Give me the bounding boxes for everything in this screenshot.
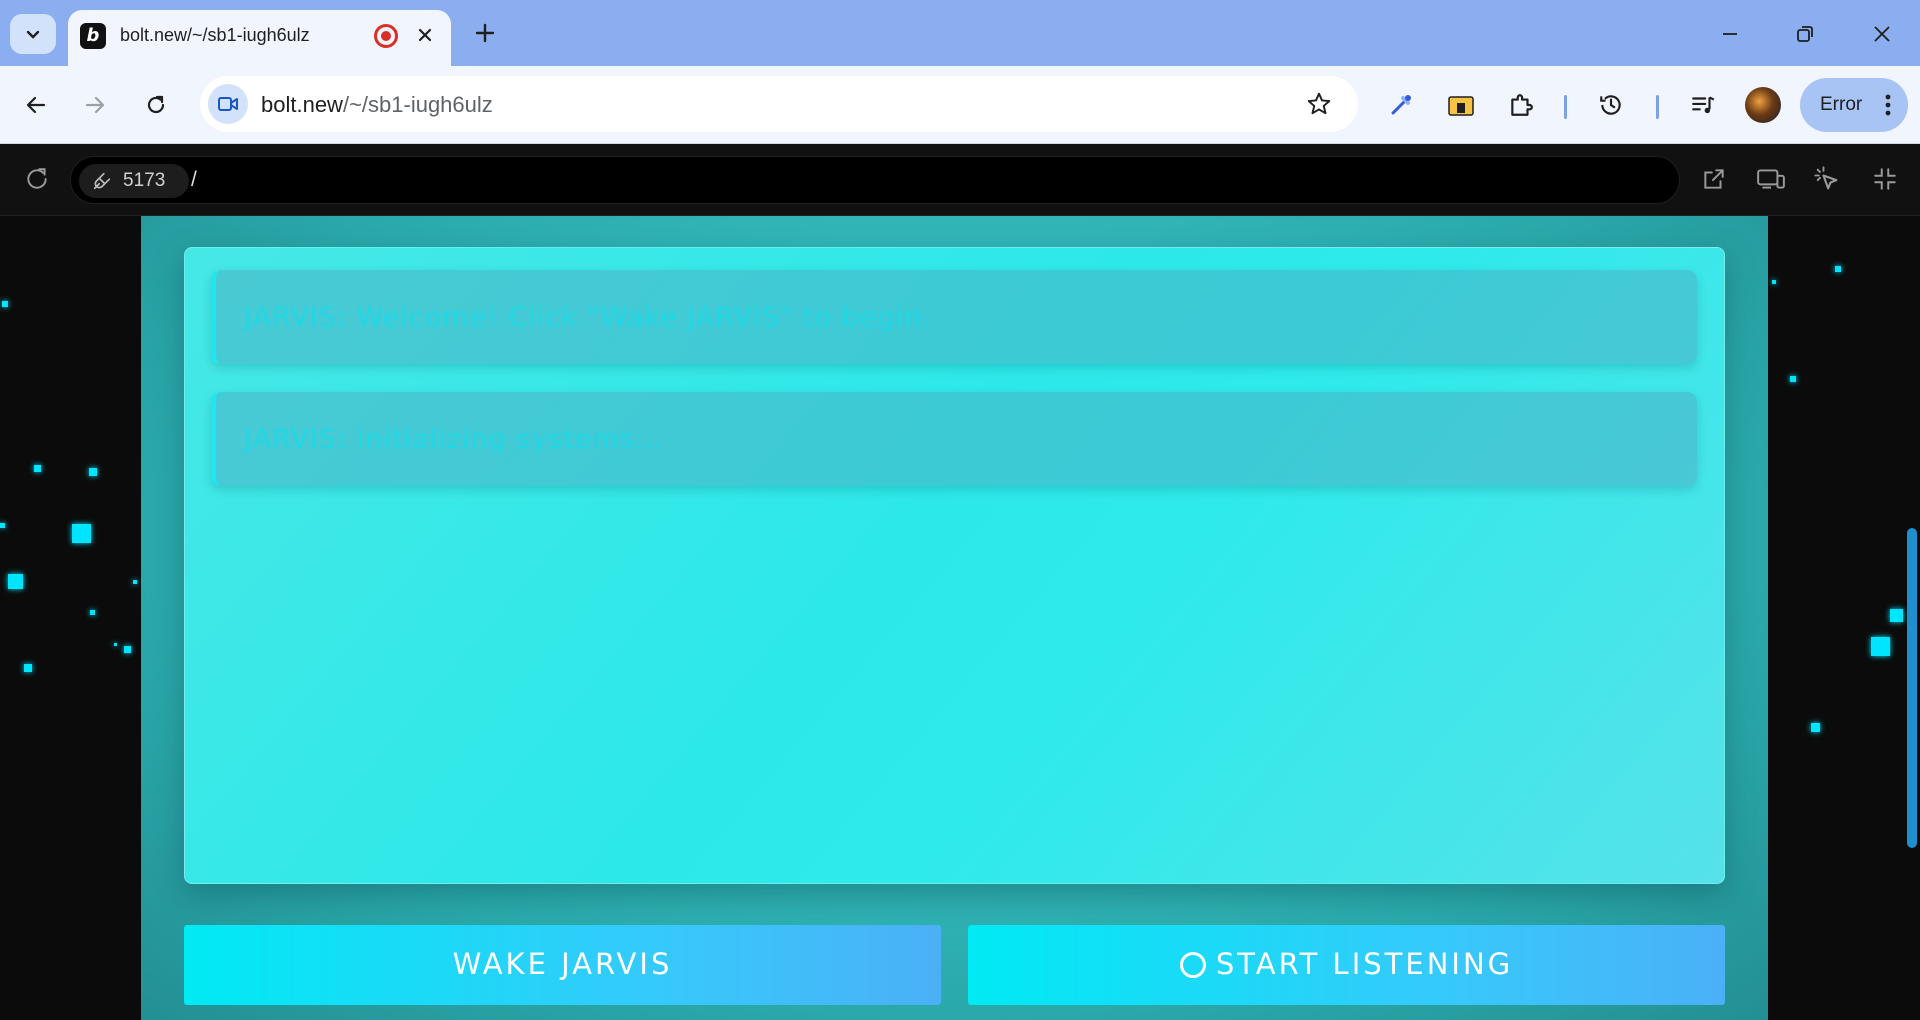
tab-title: bolt.new/~/sb1-iugh6ulz (120, 25, 310, 45)
close-icon (1874, 26, 1890, 42)
preview-toolbar: 5173 / (0, 144, 1920, 216)
external-link-icon (1704, 169, 1724, 189)
reload-icon (27, 168, 47, 189)
arrow-right-icon (85, 96, 105, 114)
eyedropper-extension-button[interactable] (1381, 85, 1421, 125)
minimize-arrows-icon (1874, 168, 1896, 190)
chat-message-text: JARVIS: Initializing systems... (244, 424, 664, 455)
particle (114, 643, 117, 646)
particle (2, 301, 8, 307)
plus-icon (475, 23, 495, 43)
minimize-button[interactable] (1710, 14, 1750, 54)
start-listening-label: START LISTENING (1215, 947, 1514, 981)
playlist-music-icon (1692, 96, 1715, 114)
preview-path: / (191, 168, 197, 191)
device-preview-button[interactable] (1754, 162, 1788, 196)
url-path: /~/sb1-iugh6ulz (342, 92, 493, 117)
back-button[interactable] (16, 85, 56, 125)
port-selector[interactable]: 5173 (79, 164, 189, 198)
puzzle-icon (1511, 94, 1533, 116)
chat-message: JARVIS: Initializing systems... (211, 392, 1697, 486)
close-icon (418, 28, 432, 42)
history-icon (1600, 95, 1621, 115)
plug-icon (93, 172, 111, 190)
eyedropper-icon (1391, 95, 1411, 115)
browser-tab-active[interactable]: b bolt.new/~/sb1-iugh6ulz (68, 10, 451, 66)
bookmark-star-button[interactable] (1304, 89, 1334, 119)
particle (1811, 723, 1820, 732)
page-scrollbar[interactable] (1907, 528, 1917, 848)
particle (89, 468, 97, 476)
folder-icon (1448, 96, 1474, 116)
tab-search-button[interactable] (10, 14, 56, 54)
media-controls-button[interactable] (1683, 85, 1723, 125)
close-window-button[interactable] (1862, 14, 1902, 54)
open-in-new-tab-button[interactable] (1697, 162, 1731, 196)
wake-jarvis-button[interactable]: WAKE JARVIS (184, 925, 941, 1005)
folder-extension-button[interactable] (1441, 85, 1481, 125)
reload-icon (147, 95, 165, 114)
particle (1790, 376, 1796, 382)
address-bar[interactable]: bolt.new/~/sb1-iugh6ulz (200, 76, 1358, 132)
particle (1835, 266, 1841, 272)
browser-toolbar: bolt.new/~/sb1-iugh6ulz Error (0, 66, 1920, 144)
url-text: bolt.new/~/sb1-iugh6ulz (261, 92, 493, 118)
url-host: bolt.new (261, 92, 343, 117)
particle (0, 523, 5, 528)
particle (1871, 637, 1890, 656)
tab-strip: b bolt.new/~/sb1-iugh6ulz (0, 0, 1920, 66)
preview-address-bar[interactable]: 5173 / (70, 156, 1680, 204)
element-inspector-button[interactable] (1810, 162, 1844, 196)
recording-indicator-icon (374, 24, 398, 48)
forward-button[interactable] (75, 85, 115, 125)
bolt-favicon-icon: b (80, 23, 106, 49)
preview-reload-button[interactable] (20, 162, 54, 196)
camera-permission-icon[interactable] (208, 84, 248, 124)
chat-message: JARVIS: Welcome! Click "Wake JARVIS" to … (211, 270, 1697, 364)
chat-message-text: JARVIS: Welcome! Click "Wake JARVIS" to … (244, 302, 932, 333)
profile-error-label: Error (1820, 94, 1863, 115)
particle (1772, 280, 1776, 284)
particle (34, 465, 41, 472)
port-number: 5173 (123, 170, 166, 191)
toolbar-separator (1564, 95, 1567, 119)
restore-button[interactable] (1785, 14, 1825, 54)
star-icon (1307, 92, 1331, 115)
devices-icon (1757, 169, 1785, 189)
particle (72, 524, 91, 543)
exit-fullscreen-button[interactable] (1868, 162, 1902, 196)
extensions-button[interactable] (1501, 85, 1541, 125)
tab-close-button[interactable] (410, 20, 440, 50)
cursor-click-icon (1814, 166, 1838, 190)
arrow-left-icon (26, 96, 46, 114)
reload-button[interactable] (136, 85, 176, 125)
toolbar-separator (1656, 95, 1659, 119)
chevron-down-icon (26, 30, 40, 39)
app-preview-viewport: JARVIS: Welcome! Click "Wake JARVIS" to … (0, 216, 1920, 1020)
start-listening-button[interactable]: START LISTENING (968, 925, 1725, 1005)
profile-avatar[interactable] (1745, 87, 1781, 123)
particle (24, 664, 32, 672)
new-tab-button[interactable] (470, 18, 500, 48)
microphone-status-icon (1179, 952, 1206, 978)
restore-icon (1797, 26, 1813, 42)
chat-panel[interactable]: JARVIS: Welcome! Click "Wake JARVIS" to … (184, 247, 1725, 884)
particle (1890, 609, 1903, 622)
history-button[interactable] (1591, 85, 1631, 125)
wake-jarvis-label: WAKE JARVIS (452, 947, 673, 981)
particle (133, 580, 137, 584)
particle (8, 574, 23, 589)
profile-error-button[interactable]: Error (1800, 78, 1908, 132)
particle (90, 610, 95, 615)
minimize-icon (1723, 33, 1737, 35)
jarvis-app: JARVIS: Welcome! Click "Wake JARVIS" to … (141, 216, 1768, 1020)
particle (124, 646, 131, 653)
more-vert-icon (1885, 94, 1891, 116)
